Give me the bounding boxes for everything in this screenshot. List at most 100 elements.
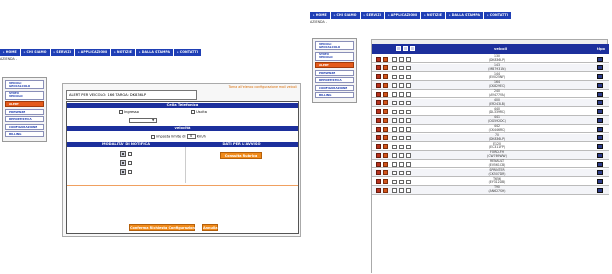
edit-icon[interactable] <box>376 74 381 79</box>
delete-icon[interactable] <box>383 56 388 62</box>
sms-checkbox[interactable] <box>399 92 404 97</box>
delete-icon[interactable] <box>383 117 388 123</box>
sidebar-item-veicoli-2[interactable]: VEICOLI GEOCALCOLO <box>315 41 354 50</box>
fax-checkbox[interactable] <box>406 65 411 71</box>
nav-home[interactable]: HOME <box>0 49 21 56</box>
delete-icon[interactable] <box>383 74 388 79</box>
fax-checkbox[interactable] <box>128 170 132 174</box>
nav-chi-siamo-2[interactable]: CHI SIAMO <box>330 12 361 19</box>
fax-checkbox[interactable] <box>406 170 411 176</box>
table-row[interactable]: T656 (EY312DB) <box>372 177 609 186</box>
nav-notizie[interactable]: NOTIZIE <box>111 49 137 56</box>
delete-icon[interactable] <box>383 82 388 88</box>
mail-checkbox[interactable] <box>392 57 397 62</box>
sidebar-item-billing[interactable]: BILLING <box>5 131 44 137</box>
nav-notizie-2[interactable]: NOTIZIE <box>421 12 447 19</box>
sidebar-item-configurazione-2[interactable]: CONFIGURAZIONE <box>315 84 354 91</box>
mail-checkbox[interactable] <box>392 74 397 79</box>
sms-checkbox[interactable] <box>399 118 404 123</box>
fax-checkbox[interactable] <box>406 109 411 114</box>
fax-checkbox[interactable] <box>406 118 411 123</box>
edit-icon[interactable] <box>376 187 381 193</box>
annulla-button[interactable]: Annulla <box>202 224 218 231</box>
delete-icon[interactable] <box>383 170 388 176</box>
delete-icon[interactable] <box>383 65 388 71</box>
table-row[interactable]: 442 (CK446RC) <box>372 124 609 134</box>
nav-applicazioni-2[interactable]: APPLICAZIONI <box>385 12 422 19</box>
fax-checkbox[interactable] <box>406 92 411 97</box>
delete-icon[interactable] <box>383 144 388 149</box>
nav-contatti[interactable]: CONTATTI <box>174 49 203 56</box>
table-row[interactable]: 130 (DK836LP) <box>372 54 609 64</box>
mail-checkbox[interactable] <box>392 109 397 114</box>
edit-icon[interactable] <box>376 161 381 167</box>
delete-icon[interactable] <box>383 109 388 114</box>
sms-checkbox[interactable] <box>399 188 404 193</box>
table-row[interactable]: SPRINTER (CK507DR) <box>372 168 609 178</box>
consulta-rubrica-button[interactable]: Consulta Rubrica <box>220 152 262 159</box>
sms-checkbox[interactable] <box>399 153 404 158</box>
table-row[interactable]: 441 (DG592DC) <box>372 115 609 125</box>
sms-checkbox[interactable] <box>399 57 404 62</box>
sms-checkbox[interactable] <box>399 74 404 79</box>
mail-checkbox[interactable] <box>392 179 397 184</box>
imposta-limite-checkbox[interactable] <box>151 134 155 139</box>
nav-home-2[interactable]: HOME <box>310 12 331 19</box>
sms-checkbox[interactable] <box>399 135 404 141</box>
mail-checkbox[interactable] <box>392 188 397 193</box>
delete-icon[interactable] <box>383 100 388 106</box>
ingresso-checkbox[interactable] <box>119 110 123 114</box>
sidebar-item-reportistica[interactable]: REPORTISTICA <box>5 116 44 122</box>
sms-checkbox[interactable] <box>399 65 404 71</box>
sidebar-item-stato-veicolo[interactable]: STATO VEICOLO <box>5 90 44 100</box>
sms-checkbox[interactable] <box>399 144 404 149</box>
mail-checkbox[interactable] <box>128 152 132 156</box>
mail-checkbox[interactable] <box>392 153 397 158</box>
delete-icon[interactable] <box>383 135 388 141</box>
sidebar-item-presenze[interactable]: PRESENZE <box>5 108 44 115</box>
fax-checkbox[interactable] <box>406 74 411 79</box>
delete-icon[interactable] <box>383 126 388 132</box>
fax-checkbox[interactable] <box>406 83 411 88</box>
table-row[interactable]: 144 (EV025NF) <box>372 72 609 81</box>
edit-icon[interactable] <box>376 170 381 176</box>
nav-applicazioni[interactable]: APPLICAZIONI <box>75 49 112 56</box>
mail-checkbox[interactable] <box>392 100 397 106</box>
sidebar-item-configurazione[interactable]: CONFIGURAZIONE <box>5 123 44 130</box>
mail-checkbox[interactable] <box>392 162 397 167</box>
edit-icon[interactable] <box>376 179 381 184</box>
mail-checkbox[interactable] <box>392 144 397 149</box>
cella-select[interactable]: ▼ <box>129 118 157 123</box>
nav-contatti-2[interactable]: CONTATTI <box>484 12 513 19</box>
delete-icon[interactable] <box>383 152 388 158</box>
delete-icon[interactable] <box>383 161 388 167</box>
mail-checkbox[interactable] <box>392 92 397 97</box>
fax-checkbox[interactable] <box>406 135 411 141</box>
mail-checkbox[interactable] <box>392 118 397 123</box>
table-row[interactable]: T90 (AN627SH) <box>372 185 609 195</box>
sms-checkbox[interactable] <box>399 170 404 176</box>
sms-checkbox[interactable] <box>399 127 404 132</box>
sidebar-item-alert[interactable]: ALERT <box>5 101 44 107</box>
delete-icon[interactable] <box>383 179 388 184</box>
nav-servizi-2[interactable]: SERVIZI <box>360 12 386 19</box>
delete-icon[interactable] <box>383 187 388 193</box>
delete-icon[interactable] <box>383 91 388 97</box>
fax-checkbox[interactable] <box>406 188 411 193</box>
fax-checkbox[interactable] <box>406 100 411 106</box>
table-row[interactable]: 164 (CK829EC) <box>372 80 609 90</box>
edit-icon[interactable] <box>376 152 381 158</box>
edit-icon[interactable] <box>376 100 381 106</box>
conferma-button[interactable]: Conferma Richiesta Configurazione <box>129 224 197 231</box>
nav-dalla-stampa-2[interactable]: DALLA STAMPA <box>446 12 485 19</box>
sms-checkbox[interactable] <box>399 109 404 114</box>
sidebar-item-reportistica-2[interactable]: REPORTISTICA <box>315 77 354 83</box>
fax-checkbox[interactable] <box>406 153 411 158</box>
sidebar-item-billing-2[interactable]: BILLING <box>315 92 354 98</box>
sms-checkbox[interactable] <box>399 83 404 88</box>
table-row[interactable]: 143 (MB7931N) <box>372 63 609 73</box>
fax-checkbox[interactable] <box>406 179 411 184</box>
table-row[interactable]: 70 (DK836LP) <box>372 133 609 143</box>
table-row[interactable]: 400 (ER243LB) <box>372 98 609 108</box>
mail-checkbox[interactable] <box>392 170 397 176</box>
